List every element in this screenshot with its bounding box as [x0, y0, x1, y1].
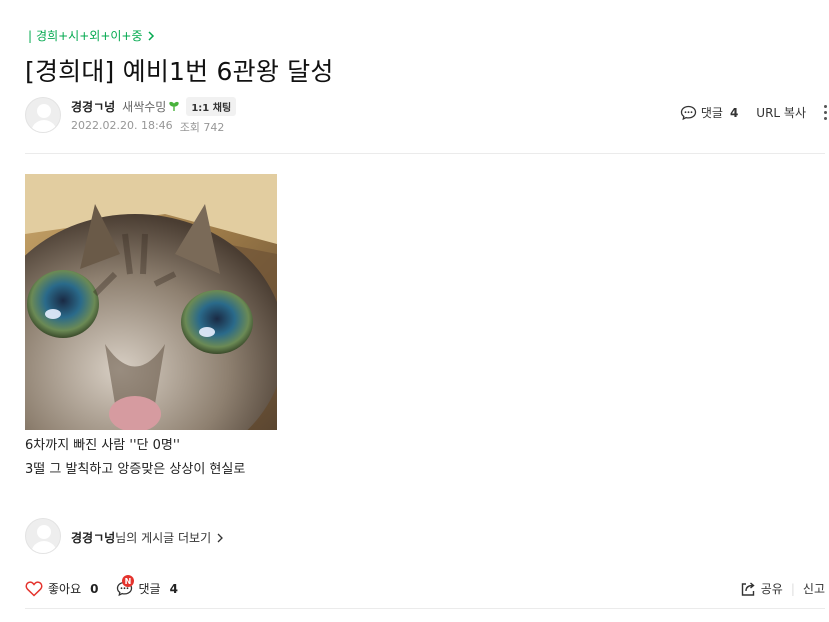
url-copy-button[interactable]: URL 복사 [756, 104, 806, 121]
like-count: 0 [90, 581, 99, 596]
post-date: 2022.02.20. 18:46 [71, 119, 173, 132]
more-posts-link[interactable]: 경경ㄱ넝 님의 게시글 더보기 [71, 529, 225, 546]
chevron-right-icon [147, 30, 154, 41]
author-level: 새싹수밍 [122, 98, 180, 115]
body-line-1: 6차까지 빠진 사람 ''단 0명'' [25, 438, 181, 453]
comment-link[interactable]: 댓글 4 [680, 104, 738, 121]
heart-icon [25, 580, 43, 597]
post-actions: 좋아요 0 댓글 4 [25, 580, 178, 597]
share-label: 공유 [760, 582, 783, 596]
chevron-right-icon [217, 533, 224, 542]
comment-count: 4 [169, 581, 178, 596]
comment-icon [680, 105, 696, 120]
cat-photo[interactable] [25, 174, 277, 430]
more-icon[interactable] [824, 105, 827, 120]
comment-count: 4 [729, 105, 739, 120]
post-meta: 2022.02.20. 18:46 조회 742 [71, 119, 224, 135]
body-line-2: 3떨 그 발칙하고 앙증맞은 상상이 현실로 [25, 462, 246, 477]
avatar-more-posts[interactable] [25, 518, 61, 554]
comment-label: 댓글 [138, 582, 161, 596]
board-label: 경희+시+외+이+중 [36, 29, 143, 43]
comment-label: 댓글 [700, 106, 723, 120]
author-info: 경경ㄱ넝 새싹수밍 1:1 채팅 [71, 97, 237, 116]
post-tools: 댓글 4 URL 복사 [680, 104, 829, 121]
more-posts-author: 경경ㄱ넝 [71, 531, 116, 545]
post-views: 조회 742 [179, 121, 225, 134]
share-button[interactable]: 공유 [740, 580, 783, 597]
sprout-icon [169, 100, 180, 114]
share-icon [741, 581, 755, 596]
share-report-tools: 공유 | 신고 [740, 580, 825, 597]
new-badge: N [122, 575, 134, 587]
report-button[interactable]: 신고 [803, 580, 825, 597]
chat-button[interactable]: 1:1 채팅 [186, 97, 237, 116]
header-divider [25, 153, 825, 154]
board-divider: | [28, 28, 33, 43]
footer-divider [25, 608, 825, 609]
level-label: 새싹수밍 [122, 100, 167, 114]
board-link[interactable]: | 경희+시+외+이+중 [28, 27, 155, 44]
tool-separator: | [790, 581, 795, 596]
like-button[interactable]: 좋아요 0 [25, 580, 98, 597]
author-name[interactable]: 경경ㄱ넝 [71, 98, 115, 115]
post-title: [경희대] 예비1번 6관왕 달성 [25, 57, 334, 86]
avatar[interactable] [25, 97, 61, 133]
like-label: 좋아요 [48, 582, 82, 596]
more-posts-label: 님의 게시글 더보기 [115, 531, 212, 545]
